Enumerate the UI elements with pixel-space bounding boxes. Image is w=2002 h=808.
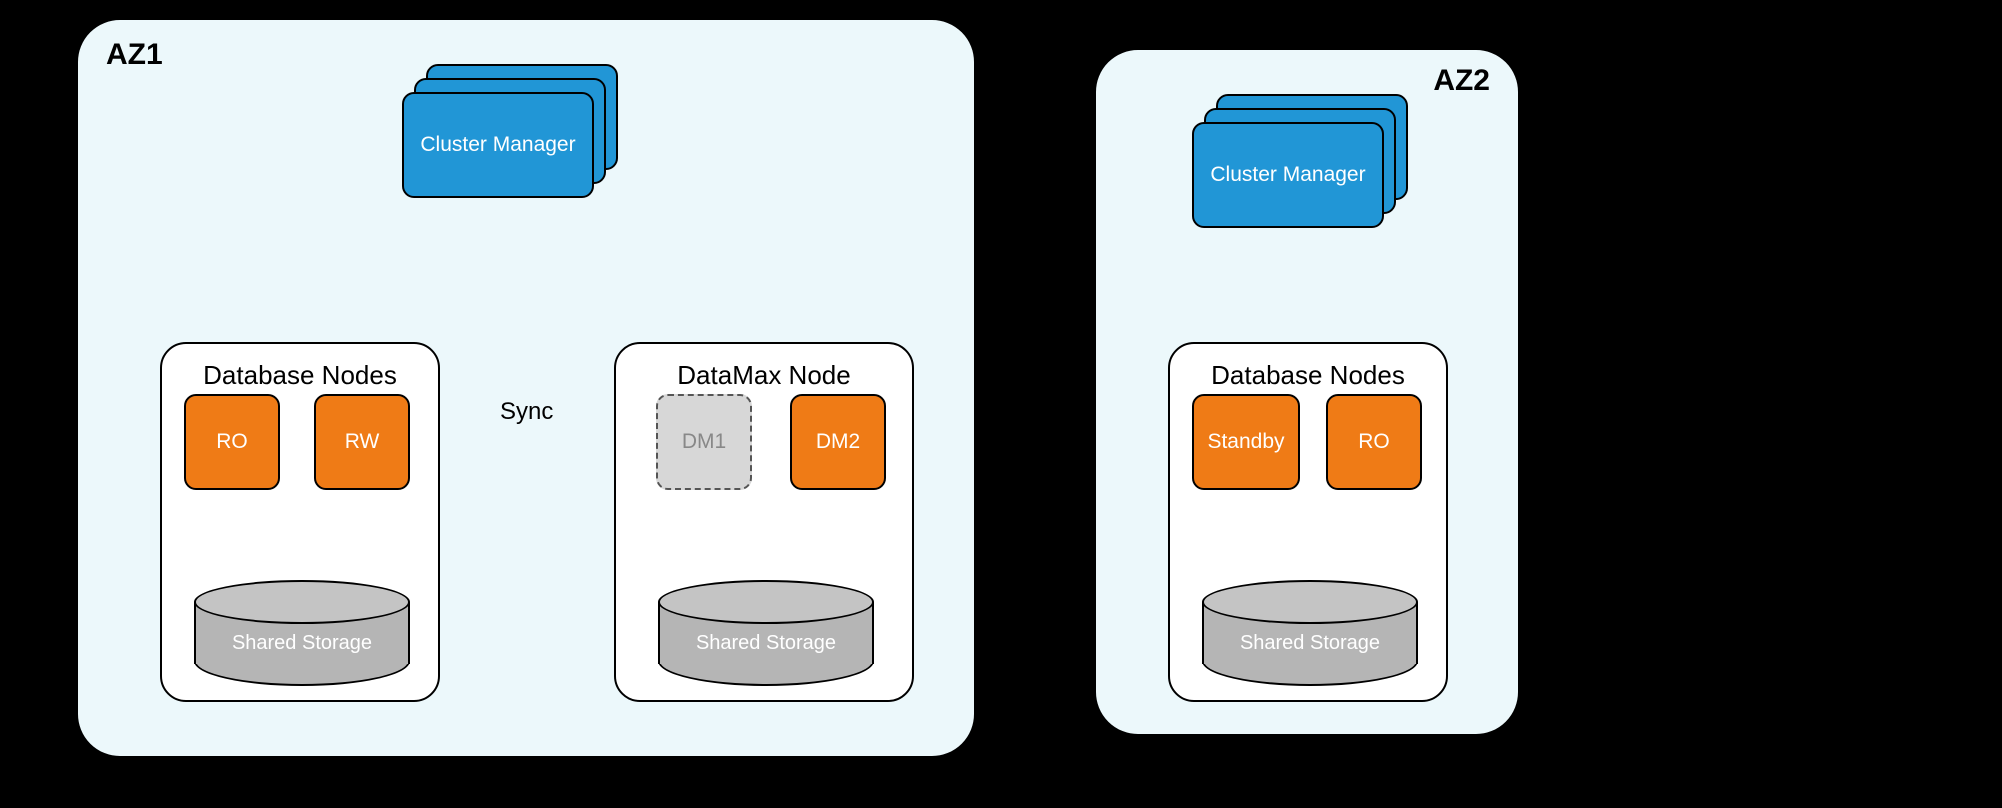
cluster-manager-label: Cluster Manager [420,133,575,157]
az2-title: AZ2 [1433,64,1490,98]
ro-node: RO [184,394,280,490]
dm2-label: DM2 [816,430,860,454]
standby-node: Standby [1192,394,1300,490]
dm1-label: DM1 [682,430,726,454]
dm1-ghost-node: DM1 [656,394,752,490]
rw-node: RW [314,394,410,490]
az1-title: AZ1 [106,38,163,72]
ro-node: RO [1326,394,1422,490]
rw-label: RW [345,430,380,454]
cluster-manager-label: Cluster Manager [1210,163,1365,187]
database-nodes-title: Database Nodes [1170,360,1446,391]
sync-edge-label: Sync [500,398,553,426]
architecture-diagram: AZ1 Cluster Manager Database Nodes Share… [20,0,1982,808]
cluster-manager-card-front: Cluster Manager [402,92,594,198]
storage-label: Shared Storage [658,632,874,655]
dm2-node: DM2 [790,394,886,490]
cluster-manager-card-front: Cluster Manager [1192,122,1384,228]
ro-label: RO [1358,430,1390,454]
database-nodes-title: Database Nodes [162,360,438,391]
standby-label: Standby [1207,430,1284,454]
storage-label: Shared Storage [194,632,410,655]
datamax-title: DataMax Node [616,360,912,391]
ro-label: RO [216,430,248,454]
storage-label: Shared Storage [1202,632,1418,655]
